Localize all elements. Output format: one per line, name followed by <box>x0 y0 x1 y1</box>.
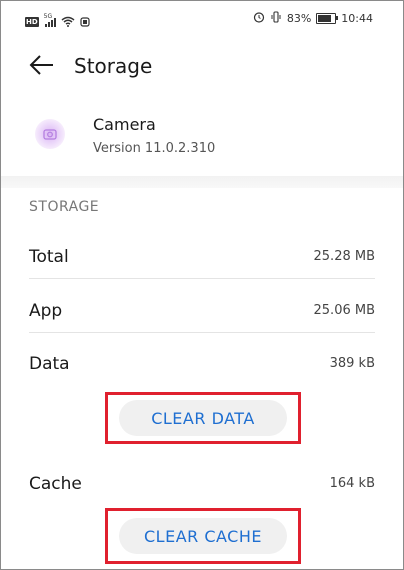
screen: HD 5G 83% 10:44 Storage Camera Version 1… <box>0 0 404 570</box>
row-label: Data <box>29 354 70 374</box>
page-title: Storage <box>74 54 153 78</box>
status-right: 83% 10:44 <box>253 11 373 26</box>
app-bar: Storage <box>1 41 403 91</box>
storage-row-cache: Cache 164 kB <box>29 462 375 506</box>
vibrate-icon <box>270 11 282 26</box>
storage-row-app: App 25.06 MB <box>29 289 375 333</box>
row-label: App <box>29 301 63 321</box>
status-bar: HD 5G 83% 10:44 <box>1 1 403 35</box>
status-left: HD 5G <box>25 12 90 31</box>
section-divider <box>1 176 403 188</box>
row-label: Cache <box>29 474 82 494</box>
clock: 10:44 <box>341 12 373 25</box>
clear-cache-button[interactable]: CLEAR CACHE <box>119 518 287 554</box>
app-version: Version 11.0.2.310 <box>93 141 216 156</box>
row-label: Total <box>29 247 69 267</box>
battery-fill <box>318 15 332 22</box>
wifi-icon <box>61 12 75 31</box>
row-value: 25.06 MB <box>313 303 375 318</box>
back-arrow-icon[interactable] <box>27 50 57 80</box>
camera-app-icon <box>35 119 65 149</box>
app-name: Camera <box>93 115 156 134</box>
signal-icon: 5G <box>44 13 56 28</box>
storage-row-total: Total 25.28 MB <box>29 235 375 279</box>
row-value: 25.28 MB <box>313 249 375 264</box>
alarm-icon <box>253 11 265 26</box>
battery-icon <box>316 13 339 24</box>
clear-data-button[interactable]: CLEAR DATA <box>119 400 287 436</box>
battery-percent: 83% <box>286 12 312 25</box>
row-value: 164 kB <box>329 476 375 491</box>
storage-section-title: STORAGE <box>29 199 100 215</box>
notification-icon <box>80 12 90 31</box>
row-value: 389 kB <box>329 356 375 371</box>
hd-badge: HD <box>25 16 39 27</box>
storage-row-data: Data 389 kB <box>29 342 375 386</box>
